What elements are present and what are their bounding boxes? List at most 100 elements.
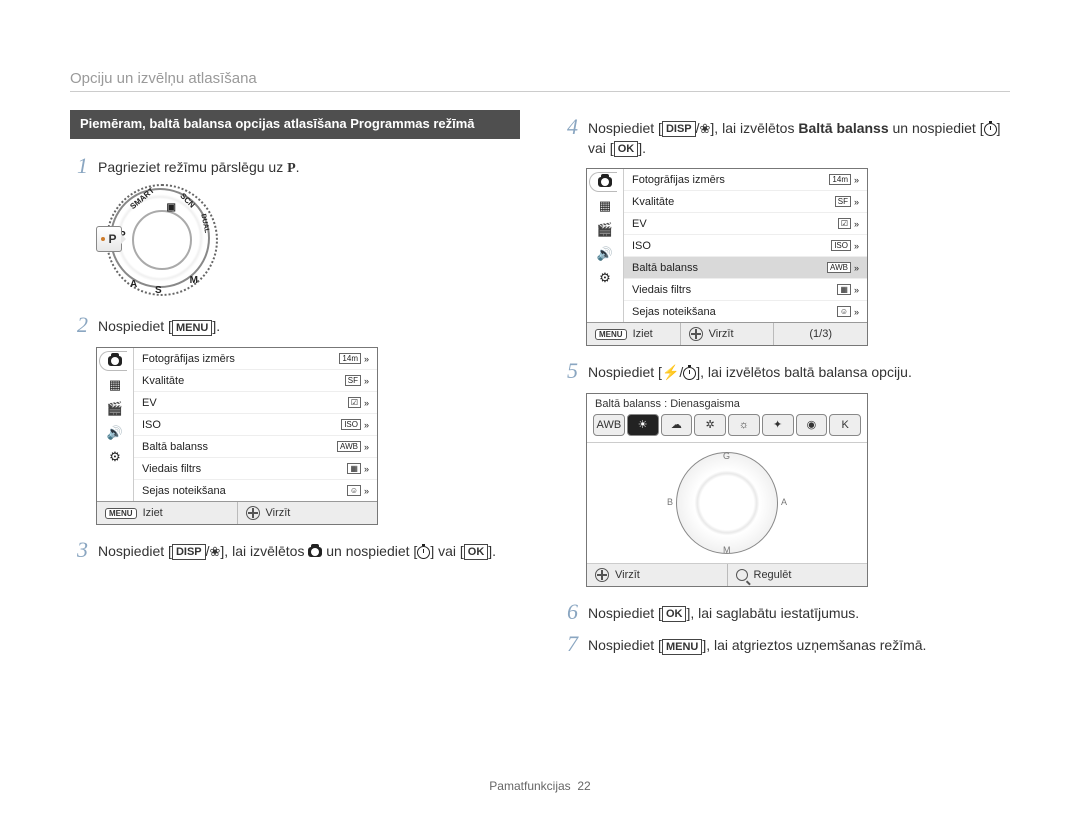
- tab-settings-icon: ⚙: [595, 269, 615, 287]
- menu-row-label: Viedais filtrs: [142, 463, 201, 475]
- self-timer-icon: [984, 123, 997, 136]
- wb-chip: ☁: [661, 414, 693, 436]
- menu-row-value: ISO»: [341, 419, 369, 430]
- dpad-icon: [595, 568, 609, 582]
- dial-pointer-label: P: [108, 232, 116, 246]
- chevron-right-icon: »: [364, 398, 369, 408]
- wb-title: Baltā balanss : Dienasgaisma: [587, 394, 867, 412]
- tab-photo-icon: [105, 352, 125, 370]
- wb-chip: ✦: [762, 414, 794, 436]
- menu-badge-icon: MENU: [105, 508, 137, 519]
- step-number: 3: [70, 539, 88, 561]
- tab-sound-icon: 🔊: [595, 245, 615, 263]
- menu-row-label: EV: [632, 218, 647, 230]
- menu-row-label: EV: [142, 397, 157, 409]
- step-number: 7: [560, 633, 578, 655]
- chevron-right-icon: »: [854, 175, 859, 185]
- footer-exit: Iziet: [633, 328, 653, 340]
- menu-footer: MENUIziet Virzīt (1/3): [587, 322, 867, 345]
- mode-p-icon: P: [287, 161, 296, 176]
- tab-video-icon: 🎬: [595, 221, 615, 239]
- menu-row-label: Sejas noteikšana: [632, 306, 716, 318]
- column-right: 4 Nospiediet [DISP/❀], lai izvēlētos Bal…: [560, 110, 1010, 666]
- column-left: Piemēram, baltā balansa opcijas atlasīša…: [70, 110, 520, 666]
- t: ], lai atgrieztos uzņemšanas režīmā.: [702, 637, 926, 653]
- menu-row: EV☑»: [624, 213, 867, 235]
- step-number: 1: [70, 155, 88, 177]
- menu-row-value: AWB»: [337, 441, 369, 452]
- step-number: 2: [70, 314, 88, 336]
- disp-button-icon: DISP: [662, 121, 696, 137]
- chevron-right-icon: »: [364, 464, 369, 474]
- t: Nospiediet [: [588, 364, 662, 380]
- tab-video-icon: 🎬: [105, 400, 125, 418]
- t: Pagrieziet režīmu pārslēgu uz: [98, 159, 287, 175]
- wb-chip: AWB: [593, 414, 625, 436]
- chevron-right-icon: »: [854, 219, 859, 229]
- footer-move: Virzīt: [709, 328, 734, 340]
- step-number: 4: [560, 116, 578, 138]
- step-1: 1 Pagrieziet režīmu pārslēgu uz P.: [70, 155, 520, 179]
- wb-footer-move: Virzīt: [615, 569, 640, 581]
- step-2: 2 Nospiediet [MENU].: [70, 314, 520, 337]
- step-number: 6: [560, 601, 578, 623]
- menu-footer: MENU Iziet Virzīt: [97, 501, 377, 524]
- mode-dial: P A S M SMART SCN DUAL ▣ P: [100, 188, 220, 298]
- footer-move: Virzīt: [266, 507, 291, 519]
- menu-row: Viedais filtrs▦»: [134, 458, 377, 480]
- bold: Baltā balanss: [798, 120, 888, 136]
- dpad-icon: [246, 506, 260, 520]
- t: Nospiediet [: [588, 605, 662, 621]
- wb-chip: ✲: [694, 414, 726, 436]
- menu-list: Fotogrāfijas izmērs14m»KvalitāteSF»EV☑»I…: [624, 169, 867, 322]
- menu-badge-icon: MENU: [595, 329, 627, 340]
- chevron-right-icon: »: [364, 442, 369, 452]
- menu-row: EV☑»: [134, 392, 377, 414]
- camera-icon: [108, 356, 122, 366]
- chevron-right-icon: »: [854, 307, 859, 317]
- chevron-right-icon: »: [854, 241, 859, 251]
- ok-button-icon: OK: [464, 544, 489, 560]
- menu-row-value: SF»: [835, 196, 859, 207]
- menu-row-value: ▦»: [837, 284, 859, 295]
- step-6: 6 Nospiediet [OK], lai saglabātu iestatī…: [560, 601, 1010, 624]
- wb-chip: ◉: [796, 414, 828, 436]
- t: ] vai [: [430, 543, 463, 559]
- menu-side-tabs: ▦ 🎬 🔊 ⚙: [587, 169, 624, 322]
- dial-label-a: A: [130, 279, 137, 290]
- menu-row: Baltā balanssAWB»: [624, 257, 867, 279]
- wb-chip: ☀: [627, 414, 659, 436]
- t: Nospiediet [: [98, 318, 172, 334]
- menu-row-label: ISO: [142, 419, 161, 431]
- menu-row-value: 14m»: [829, 174, 859, 185]
- menu-row-label: ISO: [632, 240, 651, 252]
- macro-icon: ❀: [700, 121, 711, 136]
- menu-row-label: Kvalitāte: [142, 375, 184, 387]
- step-text: Pagrieziet režīmu pārslēgu uz P.: [98, 155, 520, 179]
- t: Nospiediet [: [588, 120, 662, 136]
- step-text: Nospiediet [DISP/❀], lai izvēlētos un no…: [98, 539, 520, 562]
- wb-option-strip: AWB☀☁✲☼✦◉K: [587, 412, 867, 442]
- step-text: Nospiediet [⚡/], lai izvēlētos baltā bal…: [588, 360, 1010, 383]
- page-footer: Pamatfunkcijas 22: [0, 779, 1080, 793]
- chevron-right-icon: »: [854, 263, 859, 273]
- footer-section: Pamatfunkcijas: [489, 779, 570, 793]
- t: ], lai izvēlētos: [710, 120, 798, 136]
- dial-label-video-icon: ▣: [167, 202, 176, 213]
- wb-chip: ☼: [728, 414, 760, 436]
- wb-adjust-circle: G M B A: [676, 452, 778, 554]
- menu-row-label: Fotogrāfijas izmērs: [632, 174, 725, 186]
- t: ], lai saglabātu iestatījumus.: [686, 605, 859, 621]
- chevron-right-icon: »: [364, 486, 369, 496]
- chevron-right-icon: »: [854, 285, 859, 295]
- menu-row-value: ☺»: [347, 485, 369, 496]
- dial-label-m: M: [190, 275, 198, 286]
- step-text: Nospiediet [OK], lai saglabātu iestatīju…: [588, 601, 1010, 624]
- menu-button-icon: MENU: [172, 320, 212, 336]
- tab-settings-icon: ⚙: [105, 448, 125, 466]
- menu-row-value: SF»: [345, 375, 369, 386]
- footer-exit: Iziet: [143, 507, 163, 519]
- step-3: 3 Nospiediet [DISP/❀], lai izvēlētos un …: [70, 539, 520, 562]
- step-text: Nospiediet [MENU], lai atgrieztos uzņemš…: [588, 633, 1010, 656]
- menu-row-value: ISO»: [831, 240, 859, 251]
